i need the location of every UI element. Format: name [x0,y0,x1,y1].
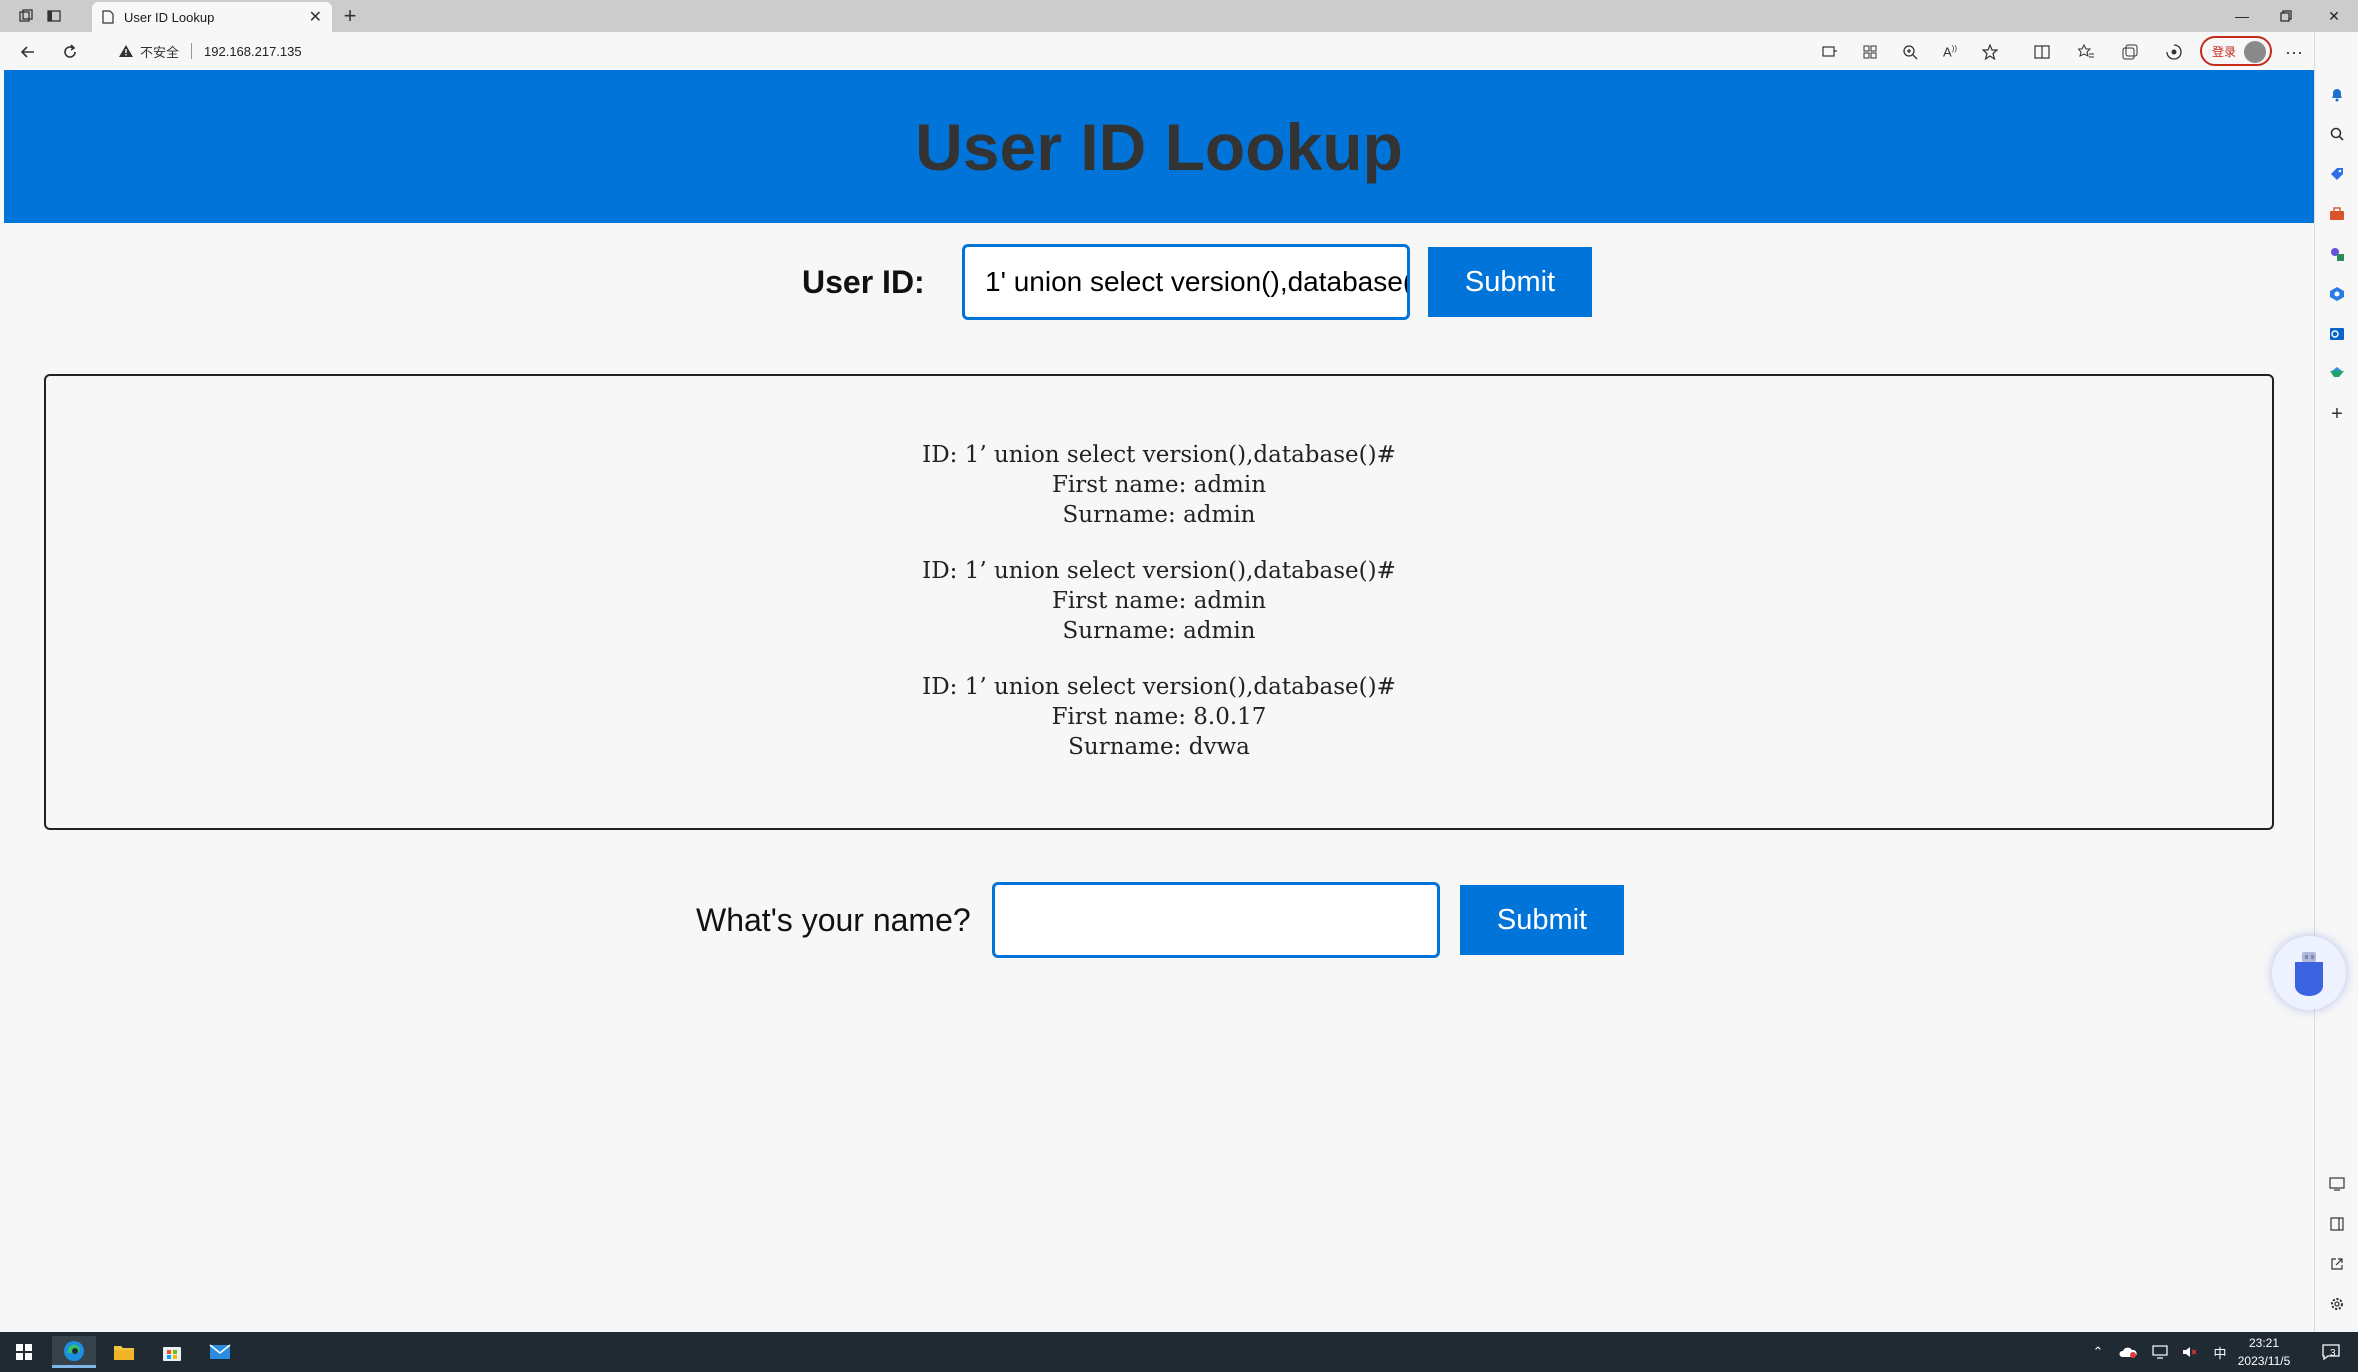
network-icon[interactable] [2150,1342,2170,1362]
name-form: What's your name? Submit [696,882,1624,958]
read-aloud-icon[interactable]: A)) [1938,40,1962,64]
outlook-icon[interactable] [2327,324,2347,344]
name-submit-button[interactable]: Submit [1460,885,1624,955]
result-surname: Surname: admin [1062,618,1256,644]
page-title: User ID Lookup [915,109,1403,184]
browser-toolbar: 不安全 192.168.217.135 A)) 登录 ··· [0,32,2358,70]
security-label: 不安全 [140,44,180,60]
page-header: User ID Lookup [4,70,2314,223]
favorite-star-icon[interactable] [1978,40,2002,64]
url-text[interactable]: 192.168.217.135 [204,44,302,59]
start-icon[interactable] [2,1336,46,1368]
system-clock[interactable]: 23:21 2023/11/5 [2224,1334,2304,1370]
onedrive-icon[interactable] [2118,1342,2138,1362]
immersive-reader-icon[interactable] [1818,40,1842,64]
notifications-bell-icon[interactable] [2327,84,2347,104]
settings-gear-icon[interactable] [2327,1294,2347,1314]
result-record-1: ID: 1’ union select version(),database()… [46,440,2272,530]
address-bar[interactable]: 不安全 192.168.217.135 [104,36,1794,66]
clock-date: 2023/11/5 [2237,1354,2291,1368]
store-icon[interactable] [150,1336,194,1368]
result-record-2: ID: 1’ union select version(),database()… [46,556,2272,646]
favorites-icon[interactable] [2074,40,2098,64]
page-icon [102,10,114,24]
results-box: ID: 1’ union select version(),database()… [44,374,2274,830]
back-icon[interactable] [16,40,40,64]
result-surname: Surname: dvwa [1068,734,1250,760]
show-hidden-icons-icon[interactable]: ⌃ [2088,1342,2108,1362]
shopping-tag-icon[interactable] [2327,164,2347,184]
search-icon[interactable] [2327,124,2347,144]
browser-essentials-icon[interactable] [2162,40,2186,64]
tab-close-icon[interactable]: ✕ [309,7,322,27]
notification-count: 3 [2330,1348,2336,1359]
zoom-icon[interactable] [1898,40,1922,64]
warning-icon [119,45,133,57]
screenshot-icon[interactable] [2327,1174,2347,1194]
user-id-input[interactable]: 1' union select version(),database()# [962,244,1410,320]
tab-title: User ID Lookup [124,9,215,25]
clock-time: 23:21 [2248,1336,2280,1350]
user-id-label: User ID: [802,263,925,300]
result-record-3: ID: 1’ union select version(),database()… [46,672,2272,762]
add-sidebar-icon[interactable]: + [2327,403,2347,425]
minimize-icon[interactable]: — [2222,0,2262,32]
notification-center-icon[interactable]: 3 [2318,1342,2344,1362]
address-separator [191,43,193,59]
new-tab-button[interactable]: + [338,3,362,28]
result-id: ID: 1’ union select version(),database()… [922,442,1396,468]
profile-avatar [2244,41,2266,63]
login-label: 登录 [2212,44,2237,59]
result-first-name: First name: admin [1051,472,1267,498]
user-id-submit-button[interactable]: Submit [1428,247,1592,317]
volume-muted-icon[interactable] [2180,1342,2200,1362]
taskbar: ⌃ 中 23:21 2023/11/5 3 [0,1332,2358,1372]
page-viewport: User ID Lookup User ID: 1' union select … [4,70,2314,1332]
file-explorer-icon[interactable] [102,1336,146,1368]
result-first-name: First name: admin [1051,588,1267,614]
refresh-icon[interactable] [58,40,82,64]
drop-icon[interactable] [2327,364,2347,384]
tab-user-id-lookup[interactable]: User ID Lookup ✕ [92,2,332,32]
tab-bar: User ID Lookup ✕ + — ✕ [0,0,2358,32]
mail-icon[interactable] [198,1336,242,1368]
edge-sidebar: + [2314,32,2358,1332]
apps-grid-icon[interactable] [1858,40,1882,64]
workspaces-icon[interactable] [14,6,38,26]
result-id: ID: 1’ union select version(),database()… [922,674,1396,700]
result-surname: Surname: admin [1062,502,1256,528]
restore-icon[interactable] [2266,0,2306,32]
close-window-icon[interactable]: ✕ [2314,0,2354,32]
split-screen-icon[interactable] [2030,40,2054,64]
name-label: What's your name? [696,901,971,938]
login-button[interactable]: 登录 [2200,36,2272,66]
tools-icon[interactable] [2327,204,2347,224]
name-input[interactable] [992,882,1440,958]
more-menu-icon[interactable]: ··· [2282,40,2306,64]
open-external-icon[interactable] [2327,1254,2347,1274]
games-icon[interactable] [2327,244,2347,264]
collections-icon[interactable] [2118,40,2142,64]
microsoft-365-icon[interactable] [2327,284,2347,304]
user-id-form: User ID: 1' union select version(),datab… [802,244,1592,320]
result-id: ID: 1’ union select version(),database()… [922,558,1396,584]
edge-taskbar-icon[interactable] [52,1336,96,1368]
floating-assistant-icon[interactable] [2272,936,2346,1010]
vertical-tabs-icon[interactable] [42,6,66,26]
sidebar-layout-icon[interactable] [2327,1214,2347,1234]
result-first-name: First name: 8.0.17 [1051,704,1267,730]
